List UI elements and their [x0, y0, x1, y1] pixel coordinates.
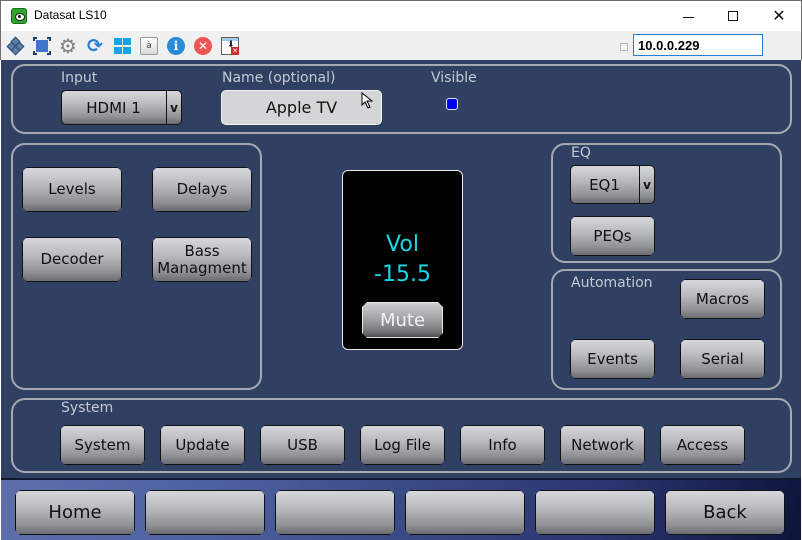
info-icon[interactable]: i — [167, 37, 185, 55]
mute-button[interactable]: Mute — [362, 302, 443, 338]
toolbar: ⚙ ⟳ à i ✕ ⬇ ✕ — [0, 31, 802, 60]
bottom-nav-bar: Home Back — [1, 478, 801, 540]
close-icon: ✕ — [772, 8, 786, 25]
nav-blank-button-3[interactable] — [405, 490, 525, 535]
system-button[interactable]: System — [60, 425, 145, 465]
maximize-icon — [728, 11, 738, 21]
macros-button[interactable]: Macros — [680, 279, 765, 319]
automation-label: Automation — [571, 275, 653, 291]
eq-label: EQ — [571, 145, 591, 161]
mouse-cursor-icon — [361, 92, 374, 109]
home-button[interactable]: Home — [15, 490, 135, 535]
visible-label: Visible — [431, 70, 477, 86]
gear-icon[interactable]: ⚙ — [59, 36, 77, 56]
minimize-button[interactable] — [665, 1, 711, 31]
download-icon[interactable]: ⬇ ✕ — [221, 37, 239, 55]
info-button[interactable]: Info — [460, 425, 545, 465]
volume-value: -15.5 — [374, 262, 431, 287]
chevron-down-icon: v — [166, 91, 181, 124]
events-button[interactable]: Events — [570, 339, 655, 379]
usb-button[interactable]: USB — [260, 425, 345, 465]
update-button[interactable]: Update — [160, 425, 245, 465]
peqs-button[interactable]: PEQs — [570, 216, 655, 256]
system-label: System — [61, 400, 114, 416]
refresh-icon[interactable]: ⟳ — [86, 37, 104, 56]
modules-icon[interactable] — [6, 36, 25, 56]
bass-management-button[interactable]: Bass Managment — [152, 237, 252, 282]
volume-label: Vol — [386, 232, 419, 257]
name-input[interactable] — [221, 90, 382, 125]
log-file-button[interactable]: Log File — [360, 425, 445, 465]
decoder-button[interactable]: Decoder — [22, 237, 122, 282]
nav-blank-button-2[interactable] — [275, 490, 395, 535]
visible-checkbox[interactable] — [446, 98, 458, 110]
maximize-button[interactable] — [710, 1, 756, 31]
serial-button[interactable]: Serial — [680, 339, 765, 379]
input-select-value: HDMI 1 — [86, 98, 141, 117]
delays-button[interactable]: Delays — [152, 167, 252, 212]
input-label: Input — [61, 70, 98, 86]
back-button[interactable]: Back — [665, 490, 785, 535]
minimize-icon — [682, 16, 694, 18]
title-bar: Datasat LS10 ✕ — [0, 0, 802, 31]
name-label: Name (optional) — [222, 70, 336, 86]
network-button[interactable]: Network — [560, 425, 645, 465]
window-title: Datasat LS10 — [34, 8, 107, 22]
eq-select[interactable]: EQ1 v — [570, 165, 655, 204]
ip-address-input[interactable] — [633, 34, 763, 56]
app-eye-icon — [11, 8, 27, 24]
levels-button[interactable]: Levels — [22, 167, 122, 212]
keyboard-icon[interactable]: à — [140, 37, 158, 55]
input-select[interactable]: HDMI 1 v — [61, 90, 182, 125]
access-button[interactable]: Access — [660, 425, 745, 465]
main-panel: Input HDMI 1 v Name (optional) Visible L… — [1, 60, 801, 540]
stop-icon[interactable]: ✕ — [194, 37, 212, 55]
nav-blank-button-1[interactable] — [145, 490, 265, 535]
fullscreen-icon[interactable] — [33, 37, 51, 55]
windows-icon[interactable] — [113, 37, 131, 55]
eq-select-value: EQ1 — [589, 175, 620, 194]
close-button[interactable]: ✕ — [756, 1, 802, 31]
chevron-down-icon: v — [639, 166, 654, 203]
volume-panel: Vol -15.5 Mute — [342, 170, 463, 350]
nav-blank-button-4[interactable] — [535, 490, 655, 535]
ip-checkbox[interactable] — [620, 43, 628, 51]
